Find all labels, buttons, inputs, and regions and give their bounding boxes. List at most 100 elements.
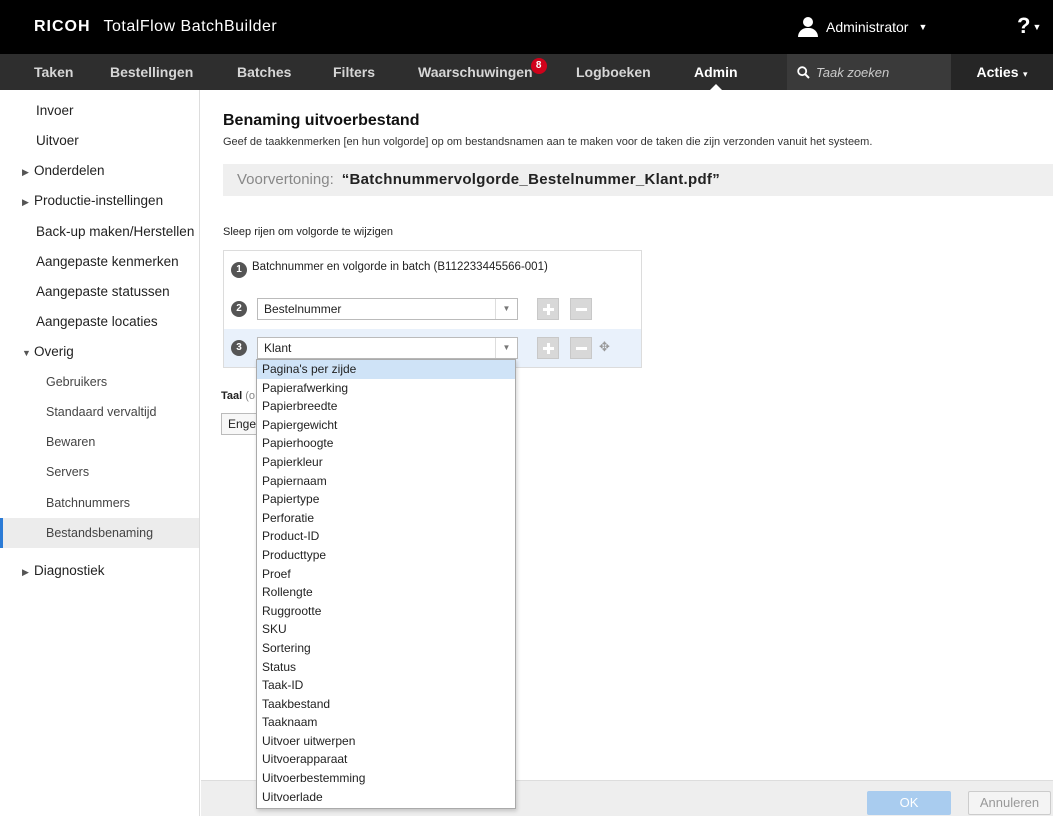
drag-handle-icon[interactable]: ✥ [599,339,610,355]
add-row-button[interactable] [537,337,559,359]
dropdown-option[interactable]: Taaknaam [257,713,515,732]
page-description: Geef de taakkenmerken [en hun volgorde] … [223,136,873,148]
row-number-badge: 1 [231,262,247,278]
nav-batches[interactable]: Batches [237,54,291,90]
page-title: Benaming uitvoerbestand [223,112,420,129]
expand-right-icon: ▶ [22,567,29,577]
dropdown-option[interactable]: Status [257,658,515,677]
user-icon [798,17,818,37]
add-row-button[interactable] [537,298,559,320]
sidebar-item-uitvoer[interactable]: Uitvoer [0,126,199,156]
dropdown-option[interactable]: Taakbestand [257,695,515,714]
remove-row-button[interactable] [570,337,592,359]
dropdown-option[interactable]: Uitvoerbestemming [257,769,515,788]
dropdown-option[interactable]: Papierbreedte [257,397,515,416]
cancel-button[interactable]: Annuleren [968,791,1051,815]
dropdown-option[interactable]: Pagina's per zijde [257,360,515,379]
sidebar-item-productie-instellingen[interactable]: ▶ Productie-instellingen [0,186,199,216]
chevron-down-icon: ▼ [495,338,517,358]
main-nav: Taken Bestellingen Batches Filters Waars… [0,54,1053,90]
sidebar-item-gebruikers[interactable]: Gebruikers [0,367,199,397]
attribute-row-2[interactable]: 2 Bestelnummer ▼ [224,290,641,328]
nav-admin[interactable]: Admin [694,54,738,90]
attribute-dropdown-list[interactable]: Pagina's per zijde Papierafwerking Papierb… [256,359,516,809]
expand-right-icon: ▶ [22,197,29,207]
attribute-select-3[interactable]: Klant ▼ [257,337,518,359]
product-name: TotalFlow BatchBuilder [103,18,278,35]
dropdown-option[interactable]: SKU [257,620,515,639]
dropdown-option[interactable]: Ruggrootte [257,602,515,621]
expand-down-icon: ▼ [22,348,31,358]
nav-taken[interactable]: Taken [34,54,73,90]
dropdown-option[interactable]: Product-ID [257,527,515,546]
expand-right-icon: ▶ [22,167,29,177]
nav-waarschuwingen-label: Waarschuwingen [418,64,533,80]
chevron-down-icon: ▾ [1020,69,1028,79]
dropdown-option[interactable]: Proef [257,565,515,584]
language-label: Taal (o [221,390,255,402]
sidebar-item-aangepaste-locaties[interactable]: Aangepaste locaties [0,307,199,337]
nav-logboeken[interactable]: Logboeken [576,54,651,90]
ricoh-logo: RICOH [34,18,91,35]
dropdown-option[interactable]: Uitvoerapparaat [257,750,515,769]
sidebar-item-overig[interactable]: ▼ Overig [0,337,199,367]
dropdown-option[interactable]: Papiergewicht [257,416,515,435]
sidebar-item-aangepaste-kenmerken[interactable]: Aangepaste kenmerken [0,247,199,277]
dropdown-option[interactable]: Sortering [257,639,515,658]
select-value: Bestelnummer [264,302,342,316]
sidebar-item-batchnummers[interactable]: Batchnummers [0,488,199,518]
sidebar-item-bestandsbenaming[interactable]: Bestandsbenaming [0,518,199,548]
preview-value: “Batchnummervolgorde_Bestelnummer_Klant.… [341,171,721,188]
sidebar-item-backup-herstellen[interactable]: Back-up maken/Herstellen [0,217,199,247]
dropdown-option[interactable]: Producttype [257,546,515,565]
ok-button[interactable]: OK [867,791,951,815]
dropdown-option[interactable]: Perforatie [257,509,515,528]
sidebar-item-onderdelen[interactable]: ▶ Onderdelen [0,156,199,186]
dropdown-option[interactable]: Uitvoer uitwerpen [257,732,515,751]
dropdown-option[interactable]: Papierhoogte [257,434,515,453]
user-menu[interactable]: Administrator ▼ [798,16,927,38]
drag-hint: Sleep rijen om volgorde te wijzigen [223,226,393,238]
sidebar-item-aangepaste-statussen[interactable]: Aangepaste statussen [0,277,199,307]
sidebar-item-label: Productie-instellingen [34,193,164,208]
sidebar-item-invoer[interactable]: Invoer [0,96,199,126]
dropdown-option[interactable]: Uitvoerlade [257,788,515,807]
search-placeholder: Taak zoeken [816,64,890,80]
dropdown-option[interactable]: Taak-ID [257,676,515,695]
remove-row-button[interactable] [570,298,592,320]
nav-filters[interactable]: Filters [333,54,375,90]
chevron-down-icon: ▼ [918,22,928,32]
language-label-text: Taal [221,390,243,402]
dropdown-option[interactable]: Papiernaam [257,472,515,491]
admin-sidebar: Invoer Uitvoer ▶ Onderdelen ▶ Productie-in… [0,90,200,816]
sidebar-item-servers[interactable]: Servers [0,457,199,487]
nav-bestellingen[interactable]: Bestellingen [110,54,193,90]
attribute-select-2[interactable]: Bestelnummer ▼ [257,298,518,320]
row-number-badge: 2 [231,301,247,317]
nav-waarschuwingen[interactable]: Waarschuwingen 8 [418,54,547,90]
preview-label: Voorvertoning: [237,171,334,188]
help-icon: ? [1017,13,1031,38]
warnings-count-badge: 8 [530,58,547,74]
dropdown-option[interactable]: Rollengte [257,583,515,602]
row-number-badge: 3 [231,340,247,356]
user-name: Administrator [826,19,909,35]
filename-preview: Voorvertoning: “Batchnummervolgorde_Beste… [223,164,1053,196]
dropdown-option[interactable]: Vullen [257,806,515,808]
dropdown-option[interactable]: Papierafwerking [257,379,515,398]
sidebar-item-bewaren[interactable]: Bewaren [0,427,199,457]
language-hint: (o [245,390,256,402]
help-menu[interactable]: ? ▼ [1017,13,1041,39]
job-search-input[interactable]: Taak zoeken [787,54,951,90]
dropdown-option[interactable]: Papiertype [257,490,515,509]
title-bar: RICOH TotalFlow BatchBuilder Administrat… [0,0,1053,54]
sidebar-item-label: Diagnostiek [34,563,105,578]
sidebar-item-diagnostiek[interactable]: ▶ Diagnostiek [0,556,199,586]
chevron-down-icon: ▼ [1032,22,1042,33]
dropdown-option[interactable]: Papierkleur [257,453,515,472]
actions-label: Acties [976,64,1019,80]
select-value: Klant [264,341,292,355]
app-brand: RICOH TotalFlow BatchBuilder [34,18,277,36]
actions-menu[interactable]: Acties ▾ [951,54,1053,90]
sidebar-item-standaard-vervaltijd[interactable]: Standaard vervaltijd [0,397,199,427]
